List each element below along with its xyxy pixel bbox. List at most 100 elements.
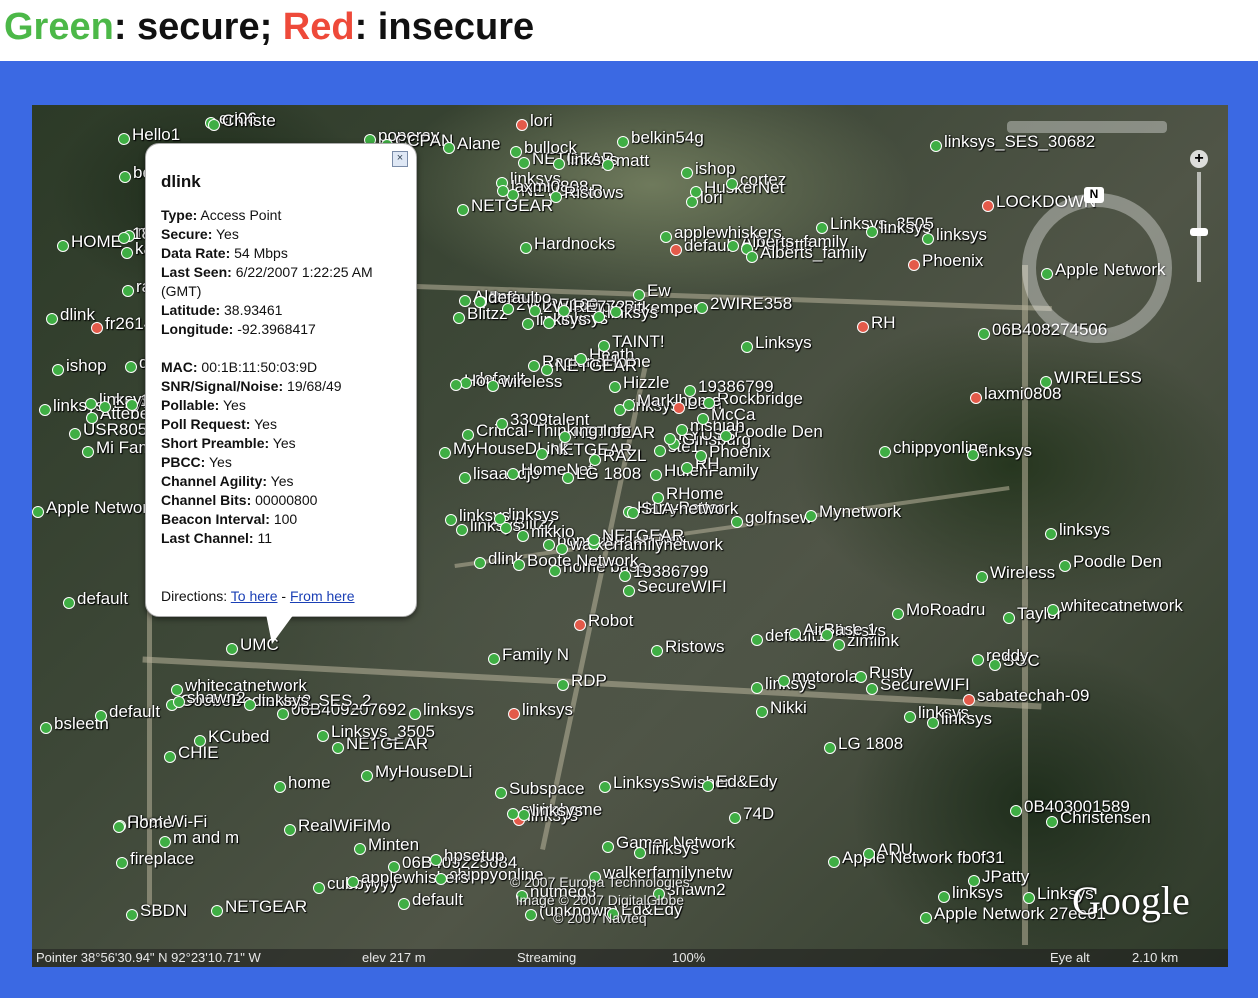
secure-ap-marker[interactable] [495, 787, 507, 799]
access-point-label[interactable]: Alberts_family [760, 243, 867, 263]
access-point-label[interactable]: Ristows [665, 637, 725, 657]
secure-ap-marker[interactable] [602, 841, 614, 853]
secure-ap-marker[interactable] [69, 428, 81, 440]
zoom-knob[interactable] [1190, 228, 1208, 236]
secure-ap-marker[interactable] [684, 385, 696, 397]
secure-ap-marker[interactable] [627, 507, 639, 519]
secure-ap-marker[interactable] [609, 381, 621, 393]
close-icon[interactable]: × [392, 151, 408, 167]
access-point-label[interactable]: McCa [711, 405, 755, 425]
secure-ap-marker[interactable] [46, 313, 58, 325]
secure-ap-marker[interactable] [821, 629, 833, 641]
secure-ap-marker[interactable] [664, 433, 676, 445]
north-indicator[interactable]: N [1084, 187, 1104, 203]
from-here-link[interactable]: From here [290, 588, 355, 604]
access-point-label[interactable]: m and m [173, 828, 239, 848]
access-point-label[interactable]: Poodle Den [1073, 552, 1162, 572]
secure-ap-marker[interactable] [57, 240, 69, 252]
access-point-label[interactable]: linksys [936, 225, 987, 245]
access-point-label[interactable]: linksys [1059, 520, 1110, 540]
secure-ap-marker[interactable] [52, 364, 64, 376]
access-point-label[interactable]: Hardnocks [534, 234, 615, 254]
secure-ap-marker[interactable] [650, 469, 662, 481]
secure-ap-marker[interactable] [171, 684, 183, 696]
secure-ap-marker[interactable] [507, 468, 519, 480]
access-point-label[interactable]: golfnsew [745, 508, 812, 528]
to-here-link[interactable]: To here [231, 588, 278, 604]
secure-ap-marker[interactable] [543, 317, 555, 329]
access-point-label[interactable]: MyHouseDLi [375, 762, 472, 782]
secure-ap-marker[interactable] [879, 446, 891, 458]
secure-ap-marker[interactable] [751, 682, 763, 694]
secure-ap-marker[interactable] [474, 296, 486, 308]
secure-ap-marker[interactable] [972, 654, 984, 666]
access-point-label[interactable]: laxmi0808 [984, 384, 1062, 404]
secure-ap-marker[interactable] [354, 843, 366, 855]
access-point-label[interactable]: Christensen [1060, 808, 1151, 828]
access-point-label[interactable]: linksys [532, 801, 583, 821]
secure-ap-marker[interactable] [833, 639, 845, 651]
insecure-ap-marker[interactable] [574, 619, 586, 631]
secure-ap-marker[interactable] [720, 430, 732, 442]
access-point-label[interactable]: linksys [765, 674, 816, 694]
secure-ap-marker[interactable] [575, 353, 587, 365]
secure-ap-marker[interactable] [562, 472, 574, 484]
access-point-label[interactable]: SBDN [140, 901, 187, 921]
secure-ap-marker[interactable] [520, 242, 532, 254]
access-point-label[interactable]: Ed&Edy [716, 772, 777, 792]
secure-ap-marker[interactable] [789, 628, 801, 640]
secure-ap-marker[interactable] [1047, 604, 1059, 616]
access-point-label[interactable]: 74D [743, 804, 774, 824]
secure-ap-marker[interactable] [95, 710, 107, 722]
secure-ap-marker[interactable] [863, 848, 875, 860]
secure-ap-marker[interactable] [159, 836, 171, 848]
insecure-ap-marker[interactable] [963, 694, 975, 706]
secure-ap-marker[interactable] [727, 240, 739, 252]
secure-ap-marker[interactable] [676, 424, 688, 436]
secure-ap-marker[interactable] [398, 898, 410, 910]
access-point-label[interactable]: hpsetup [444, 846, 505, 866]
secure-ap-marker[interactable] [459, 472, 471, 484]
secure-ap-marker[interactable] [522, 318, 534, 330]
secure-ap-marker[interactable] [85, 398, 97, 410]
secure-ap-marker[interactable] [1010, 805, 1022, 817]
access-point-label[interactable]: nikkio [531, 522, 574, 542]
secure-ap-marker[interactable] [778, 675, 790, 687]
secure-ap-marker[interactable] [435, 873, 447, 885]
access-point-label[interactable]: wireless [501, 372, 562, 392]
secure-ap-marker[interactable] [588, 534, 600, 546]
access-point-label[interactable]: linksys [941, 709, 992, 729]
secure-ap-marker[interactable] [617, 136, 629, 148]
secure-ap-marker[interactable] [731, 516, 743, 528]
secure-ap-marker[interactable] [39, 404, 51, 416]
secure-ap-marker[interactable] [892, 608, 904, 620]
secure-ap-marker[interactable] [599, 781, 611, 793]
secure-ap-marker[interactable] [697, 413, 709, 425]
secure-ap-marker[interactable] [40, 722, 52, 734]
secure-ap-marker[interactable] [828, 856, 840, 868]
secure-ap-marker[interactable] [430, 854, 442, 866]
access-point-label[interactable]: Minten [368, 835, 419, 855]
access-point-label[interactable]: Subspace [509, 779, 585, 799]
secure-ap-marker[interactable] [866, 683, 878, 695]
secure-ap-marker[interactable] [409, 708, 421, 720]
insecure-ap-marker[interactable] [508, 708, 520, 720]
secure-ap-marker[interactable] [536, 448, 548, 460]
access-point-label[interactable]: MyHouseDLink [453, 439, 568, 459]
zoom-slider[interactable]: + [1190, 150, 1208, 300]
secure-ap-marker[interactable] [121, 247, 133, 259]
secure-ap-marker[interactable] [559, 431, 571, 443]
secure-ap-marker[interactable] [651, 645, 663, 657]
access-point-label[interactable]: Phoenix [922, 251, 983, 271]
secure-ap-marker[interactable] [274, 781, 286, 793]
secure-ap-marker[interactable] [459, 295, 471, 307]
secure-ap-marker[interactable] [623, 399, 635, 411]
access-point-label[interactable]: RealWiFiMo [298, 816, 391, 836]
secure-ap-marker[interactable] [496, 418, 508, 430]
access-point-label[interactable]: linksys [981, 441, 1032, 461]
secure-ap-marker[interactable] [1059, 560, 1071, 572]
secure-ap-marker[interactable] [388, 861, 400, 873]
secure-ap-marker[interactable] [347, 876, 359, 888]
secure-ap-marker[interactable] [816, 222, 828, 234]
secure-ap-marker[interactable] [361, 770, 373, 782]
